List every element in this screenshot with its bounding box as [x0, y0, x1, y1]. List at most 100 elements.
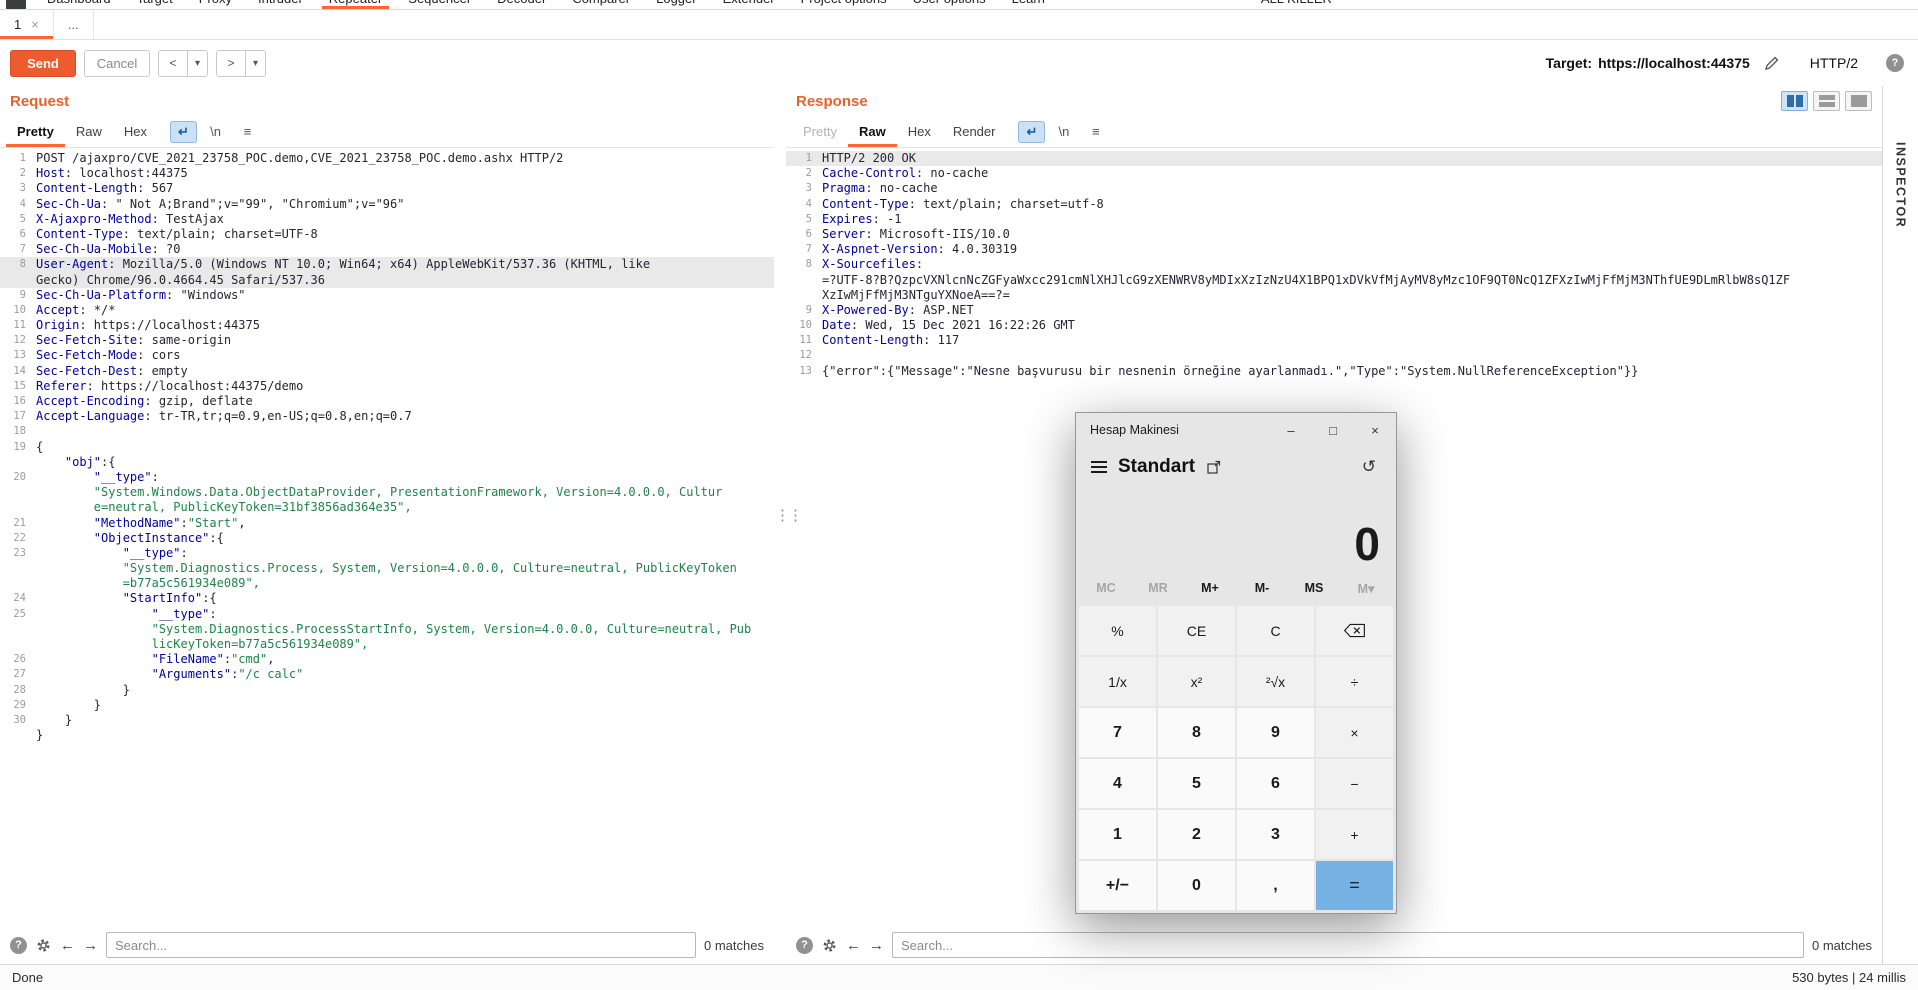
memory-button-ms[interactable]: MS	[1288, 581, 1340, 595]
request-editor[interactable]: 1 POST /ajaxpro/CVE_2021_23758_POC.demo,C…	[0, 148, 774, 926]
calc-button-multiply[interactable]: ×	[1316, 708, 1393, 757]
tab-raw[interactable]: Raw	[847, 116, 897, 147]
calc-button-digit-8[interactable]: 8	[1158, 708, 1235, 757]
memory-button-m[interactable]: M▾	[1340, 581, 1392, 596]
menu-item-dashboard[interactable]: Dashboard	[34, 0, 124, 9]
menu-item-decoder[interactable]: Decoder	[484, 0, 559, 9]
menu-item-logger[interactable]: Logger	[643, 0, 709, 9]
send-button[interactable]: Send	[10, 49, 76, 77]
close-button[interactable]: ×	[1354, 413, 1396, 447]
editor-menu-icon[interactable]: ≡	[1082, 121, 1109, 143]
calc-button-digit-2[interactable]: 2	[1158, 810, 1235, 859]
calc-button-digit-4[interactable]: 4	[1079, 759, 1156, 808]
menu-item-target[interactable]: Target	[124, 0, 186, 9]
more-tabs-button[interactable]: ...	[54, 10, 94, 39]
menu-item-project-options[interactable]: Project options	[788, 0, 900, 9]
search-next-icon[interactable]: →	[83, 937, 98, 954]
main-menu-bar: DashboardTargetProxyIntruderRepeaterSequ…	[0, 0, 1918, 10]
calc-button-subtract[interactable]: −	[1316, 759, 1393, 808]
menu-item-learn[interactable]: Learn	[999, 0, 1058, 9]
memory-button-mr[interactable]: MR	[1132, 581, 1184, 595]
search-settings-icon[interactable]	[821, 937, 838, 954]
response-search-bar: ? ← → 0 matches	[786, 926, 1882, 964]
calc-button-digit-9[interactable]: 9	[1237, 708, 1314, 757]
menu-item-sequencer[interactable]: Sequencer	[395, 0, 484, 9]
memory-button-mplus[interactable]: M+	[1184, 581, 1236, 595]
wrap-lines-icon[interactable]: ↵	[1018, 120, 1046, 143]
search-next-icon[interactable]: →	[869, 937, 884, 954]
search-prev-icon[interactable]: ←	[60, 937, 75, 954]
menu-item-extender[interactable]: Extender	[710, 0, 788, 9]
editor-line: }	[36, 728, 44, 743]
calc-button-percent[interactable]: %	[1079, 606, 1156, 655]
newline-toggle-icon[interactable]: \n	[202, 121, 229, 143]
history-back-dropdown[interactable]: ▾	[188, 49, 208, 77]
memory-button-mminus[interactable]: M-	[1236, 581, 1288, 595]
calc-button-digit-1[interactable]: 1	[1079, 810, 1156, 859]
calc-button-clear-entry[interactable]: CE	[1158, 606, 1235, 655]
close-tab-icon[interactable]: ×	[31, 17, 39, 32]
menu-item-intruder[interactable]: Intruder	[245, 0, 316, 9]
minimize-button[interactable]: –	[1270, 413, 1312, 447]
calc-button-negate[interactable]: +/−	[1079, 861, 1156, 910]
response-search-input[interactable]	[892, 932, 1805, 958]
tab-raw[interactable]: Raw	[65, 116, 113, 147]
calc-button-divide[interactable]: ÷	[1316, 657, 1393, 706]
calc-button-digit-6[interactable]: 6	[1237, 759, 1314, 808]
editor-menu-icon[interactable]: ≡	[234, 121, 261, 143]
calc-button-digit-0[interactable]: 0	[1158, 861, 1235, 910]
calc-button-square-root[interactable]: ²√x	[1237, 657, 1314, 706]
editor-line: 22 "ObjectInstance":{	[13, 530, 224, 545]
search-help-icon[interactable]: ?	[10, 936, 27, 954]
calc-button-backspace[interactable]	[1316, 606, 1393, 655]
menu-item-all-killer[interactable]: ALL KILLER	[1248, 0, 1345, 9]
calc-button-decimal[interactable]: ,	[1237, 861, 1314, 910]
history-icon[interactable]: ↺	[1362, 457, 1376, 477]
search-prev-icon[interactable]: ←	[846, 937, 861, 954]
inspector-panel[interactable]: INSPECTOR	[1882, 86, 1918, 964]
history-forward-dropdown[interactable]: ▾	[246, 49, 266, 77]
menu-item-comparer[interactable]: Comparer	[559, 0, 643, 9]
menu-item-proxy[interactable]: Proxy	[186, 0, 245, 9]
help-icon[interactable]: ?	[1886, 54, 1904, 72]
calculator-titlebar[interactable]: Hesap Makinesi – □ ×	[1076, 413, 1396, 447]
search-settings-icon[interactable]	[35, 937, 52, 954]
menu-item-repeater[interactable]: Repeater	[316, 0, 395, 9]
history-back-group: < ▾	[158, 49, 208, 77]
calc-button-equals[interactable]: =	[1316, 861, 1393, 910]
maximize-button[interactable]: □	[1312, 413, 1354, 447]
keep-on-top-icon[interactable]	[1207, 460, 1221, 474]
edit-target-icon[interactable]	[1764, 55, 1780, 71]
calc-button-clear[interactable]: C	[1237, 606, 1314, 655]
calc-button-add[interactable]: +	[1316, 810, 1393, 859]
layout-columns-icon[interactable]	[1781, 91, 1808, 111]
wrap-lines-icon[interactable]: ↵	[170, 120, 197, 143]
history-forward-button[interactable]: >	[216, 49, 246, 77]
tab-render[interactable]: Render	[942, 116, 1007, 147]
editor-line: "System.Windows.Data.ObjectDataProvider,…	[36, 485, 723, 500]
request-search-input[interactable]	[106, 932, 697, 958]
protocol-label: HTTP/2	[1809, 55, 1858, 71]
layout-single-icon[interactable]	[1845, 91, 1872, 111]
panel-splitter[interactable]: ⋮⋮	[774, 86, 803, 964]
calc-button-square[interactable]: x²	[1158, 657, 1235, 706]
memory-button-mc[interactable]: MC	[1080, 581, 1132, 595]
hamburger-menu-icon[interactable]	[1084, 453, 1114, 481]
tab-hex[interactable]: Hex	[113, 116, 158, 147]
search-help-icon[interactable]: ?	[796, 936, 813, 954]
editor-line: 20 "__type":	[13, 469, 159, 484]
tab-hex[interactable]: Hex	[897, 116, 942, 147]
calc-button-digit-7[interactable]: 7	[1079, 708, 1156, 757]
editor-line: XzIwMjFfMjM3NTguYXNoeA==?=	[822, 287, 1010, 302]
layout-rows-icon[interactable]	[1813, 91, 1840, 111]
tab-pretty[interactable]: Pretty	[792, 116, 848, 147]
calc-button-digit-3[interactable]: 3	[1237, 810, 1314, 859]
repeater-tab-1[interactable]: 1 ×	[0, 10, 54, 39]
history-back-button[interactable]: <	[158, 49, 188, 77]
cancel-button[interactable]: Cancel	[84, 49, 150, 77]
newline-toggle-icon[interactable]: \n	[1050, 121, 1077, 143]
tab-pretty[interactable]: Pretty	[6, 116, 65, 147]
calc-button-digit-5[interactable]: 5	[1158, 759, 1235, 808]
calc-button-reciprocal[interactable]: 1/x	[1079, 657, 1156, 706]
menu-item-user-options[interactable]: User options	[900, 0, 999, 9]
